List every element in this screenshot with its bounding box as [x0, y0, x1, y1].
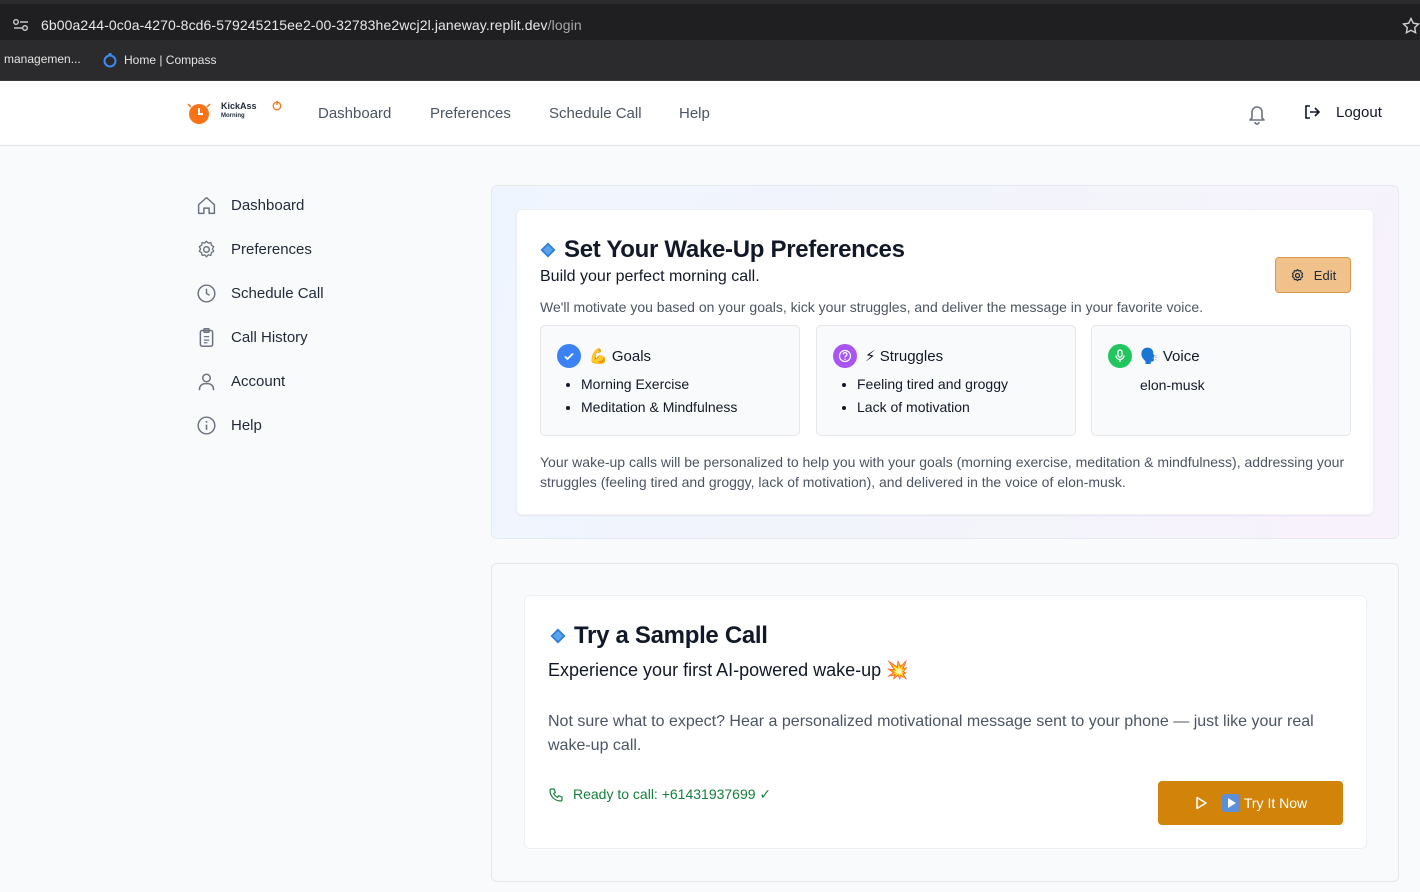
bookmarks-bar: managemen... Home | Compass: [0, 42, 1420, 81]
sidebar-item-help[interactable]: Help: [196, 413, 262, 437]
bookmark-compass[interactable]: Home | Compass: [102, 52, 216, 68]
gear-icon: [1291, 268, 1303, 281]
topnav-dashboard[interactable]: Dashboard: [318, 105, 391, 122]
blue-diamond-icon: [550, 628, 566, 644]
ready-status-text: Ready to call: +61431937699 ✓: [573, 786, 772, 802]
url-path: /login: [547, 17, 582, 33]
url-text: 6b00a244-0c0a-4270-8cd6-579245215ee2-00-…: [41, 17, 582, 33]
edit-preferences-button[interactable]: Edit: [1275, 257, 1351, 293]
question-icon: [833, 344, 857, 368]
struggles-heading-text: ⚡ Struggles: [865, 348, 944, 365]
logout-label: Logout: [1336, 103, 1382, 121]
try-button-label: Try It Now: [1243, 795, 1308, 811]
bookmark-label: Home | Compass: [124, 53, 217, 67]
app-header: Dashboard Preferences Schedule Call Help…: [0, 81, 1420, 146]
list-item: Morning Exercise: [581, 376, 737, 392]
topnav-schedule-call[interactable]: Schedule Call: [549, 105, 642, 122]
edit-button-label: Edit: [1313, 267, 1337, 283]
user-icon: [198, 372, 215, 390]
list-item: Meditation & Mindfulness: [581, 399, 737, 415]
phone-icon: [549, 787, 563, 802]
blue-diamond-icon: [540, 242, 556, 258]
sample-call-description: Not sure what to expect? Hear a personal…: [548, 713, 1314, 754]
address-field[interactable]: 6b00a244-0c0a-4270-8cd6-579245215ee2-00-…: [0, 4, 1420, 40]
preferences-subtitle: Build your perfect morning call.: [540, 268, 760, 285]
microphone-icon: [1108, 344, 1132, 368]
try-it-now-button[interactable]: Try It Now: [1158, 781, 1343, 825]
clock-icon: [197, 283, 216, 303]
logo-text: KickAss Morning: [221, 102, 257, 120]
goals-heading: 💪 Goals: [557, 344, 651, 368]
logout-button[interactable]: Logout: [1303, 103, 1382, 121]
goals-heading-text: 💪 Goals: [589, 348, 652, 365]
sidebar-item-dashboard[interactable]: Dashboard: [196, 193, 304, 217]
play-button-emoji-icon: [1221, 794, 1240, 812]
voice-heading: 🗣️ Voice: [1108, 344, 1200, 368]
list-item: Lack of motivation: [857, 399, 1008, 415]
ready-status: Ready to call: +61431937699 ✓: [548, 786, 771, 803]
voice-card: 🗣️ Voice elon-musk: [1091, 325, 1351, 436]
logout-icon: [1305, 105, 1321, 119]
url-host: 6b00a244-0c0a-4270-8cd6-579245215ee2-00-…: [41, 17, 548, 33]
home-icon: [197, 196, 216, 214]
goals-list: Morning Exercise Meditation & Mindfulnes…: [581, 376, 737, 422]
sidebar-item-call-history[interactable]: Call History: [196, 325, 308, 349]
logo-line-1: KickAss: [221, 101, 257, 111]
sample-call-title-text: Try a Sample Call: [574, 622, 768, 649]
info-icon: [197, 415, 216, 435]
clipboard-icon: [199, 327, 214, 347]
bell-icon[interactable]: [1247, 103, 1267, 125]
browser-url-bar: 6b00a244-0c0a-4270-8cd6-579245215ee2-00-…: [0, 0, 1420, 42]
bookmark-management[interactable]: managemen...: [4, 52, 81, 66]
compass-favicon-icon: [103, 53, 117, 68]
voice-heading-text: 🗣️ Voice: [1140, 348, 1200, 365]
sidebar-item-schedule-call[interactable]: Schedule Call: [196, 281, 324, 305]
goals-card: 💪 Goals Morning Exercise Meditation & Mi…: [540, 325, 800, 436]
struggles-heading: ⚡ Struggles: [833, 344, 943, 368]
sample-call-subtitle: Experience your first AI-powered wake-up…: [548, 660, 909, 680]
site-settings-icon[interactable]: [12, 18, 30, 32]
sidebar-item-preferences[interactable]: Preferences: [196, 237, 312, 261]
preferences-summary: Your wake-up calls will be personalized …: [540, 454, 1345, 490]
struggles-list: Feeling tired and groggy Lack of motivat…: [857, 376, 1008, 422]
topnav-help[interactable]: Help: [679, 105, 710, 122]
bookmark-star-icon[interactable]: [1402, 17, 1420, 35]
gear-icon: [198, 240, 215, 257]
list-item: Feeling tired and groggy: [857, 376, 1008, 392]
check-icon: [557, 344, 581, 368]
logo-line-2: Morning: [221, 113, 245, 119]
preferences-title-text: Set Your Wake-Up Preferences: [564, 236, 905, 263]
preferences-title: Set Your Wake-Up Preferences: [540, 236, 905, 264]
sidebar-item-label: Preferences: [231, 240, 312, 258]
struggles-card: ⚡ Struggles Feeling tired and groggy Lac…: [816, 325, 1076, 436]
topnav-preferences[interactable]: Preferences: [430, 105, 511, 122]
bookmark-label: managemen...: [4, 52, 81, 66]
voice-value: elon-musk: [1140, 377, 1205, 393]
preferences-description: We'll motivate you based on your goals, …: [540, 299, 1204, 315]
sidebar-item-label: Help: [231, 416, 262, 434]
sidebar-item-label: Dashboard: [231, 196, 305, 214]
sidebar-item-account[interactable]: Account: [196, 369, 285, 393]
sample-call-title: Try a Sample Call: [550, 622, 768, 650]
sidebar-item-label: Account: [231, 372, 286, 390]
play-icon: [1196, 796, 1207, 810]
sidebar-item-label: Schedule Call: [231, 284, 324, 302]
sidebar-item-label: Call History: [231, 328, 308, 346]
